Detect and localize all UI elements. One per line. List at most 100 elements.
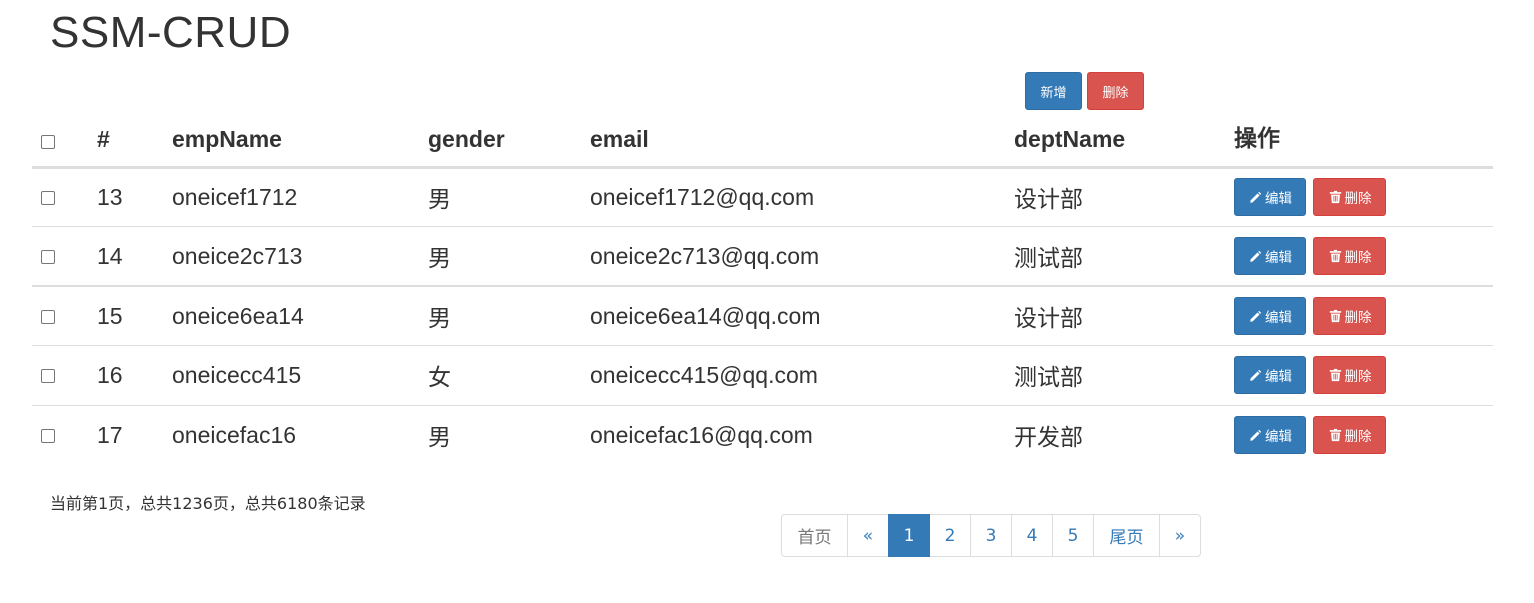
pagination-page-1[interactable]: 1 [888,514,930,557]
pagination-page-3[interactable]: 3 [970,514,1012,557]
pagination-info: 当前第1页，总共1236页，总共6180条记录 [50,494,366,513]
cell-empname: oneicecc415 [172,345,428,405]
row-select-cell [32,167,97,227]
table-row: 15 oneice6ea14 男 oneice6ea14@qq.com 设计部 编辑 删除 [32,285,1493,346]
cell-empname: oneicefac16 [172,404,428,465]
add-employee-button[interactable]: 新增 [1025,72,1082,110]
row-select-cell [32,345,97,405]
row-actions: 编辑 删除 [1234,416,1493,454]
pagination-page-5[interactable]: 5 [1052,514,1094,557]
select-all-cell [32,110,97,169]
pagination-page-2[interactable]: 2 [929,514,971,557]
row-select-cell [32,285,97,346]
col-email-header: email [590,110,1014,169]
cell-gender: 男 [428,404,590,465]
cell-email: oneicefac16@qq.com [590,404,1014,465]
delete-label: 删除 [1344,429,1372,445]
trash-icon [1328,190,1343,205]
delete-selected-button[interactable]: 删除 [1087,72,1144,110]
cell-actions: 编辑 删除 [1234,345,1493,405]
edit-button[interactable]: 编辑 [1234,356,1306,395]
toolbar: 新增 删除 [1025,72,1144,110]
cell-id: 17 [97,404,172,465]
delete-button[interactable]: 删除 [1313,416,1386,454]
edit-label: 编辑 [1265,250,1292,266]
cell-gender: 男 [428,226,590,286]
cell-deptname: 测试部 [1014,345,1234,405]
row-actions: 编辑 删除 [1234,178,1493,217]
cell-id: 15 [97,285,172,346]
col-id-header: # [97,110,172,169]
delete-label: 删除 [1344,250,1372,266]
trash-icon [1328,428,1343,443]
delete-label: 删除 [1344,369,1372,386]
cell-deptname: 设计部 [1014,187,1083,214]
row-checkbox[interactable] [41,190,55,205]
row-select-cell [32,404,97,465]
edit-button[interactable]: 编辑 [1234,416,1306,454]
select-all-checkbox[interactable] [41,134,55,149]
edit-button[interactable]: 编辑 [1234,237,1306,275]
employee-table: # empName gender email deptName 操作 13 one… [32,110,1493,465]
table-row: 16 oneicecc415 女 oneicecc415@qq.com 测试部 编辑 删除 [32,345,1493,405]
pencil-icon [1248,368,1263,383]
pencil-icon [1248,190,1263,205]
cell-gender: 男 [428,285,590,346]
cell-actions: 编辑 删除 [1234,285,1493,346]
table-body: 13 oneicef1712 男 oneicef1712@qq.com 设计部 编辑 删除 1… [32,167,1493,465]
pagination-prev[interactable]: « [847,514,889,557]
row-actions: 编辑 删除 [1234,356,1493,395]
delete-button[interactable]: 删除 [1313,356,1386,395]
edit-label: 编辑 [1265,429,1292,445]
pagination: 首页 « 1 2 3 4 5 尾页 » [781,514,1201,557]
col-empname-header: empName [172,110,428,169]
pencil-icon [1248,309,1263,324]
edit-button[interactable]: 编辑 [1234,178,1306,217]
cell-id: 16 [97,345,172,405]
row-select-cell [32,226,97,286]
delete-label: 删除 [1344,191,1372,208]
cell-actions: 编辑 删除 [1234,404,1493,465]
page-title: SSM-CRUD [50,8,292,57]
table-row: 14 oneice2c713 男 oneice2c713@qq.com 测试部 编辑 删除 [32,226,1493,286]
cell-email: oneicef1712@qq.com [590,183,815,210]
delete-label: 删除 [1344,310,1372,326]
col-gender-header: gender [428,110,590,169]
row-actions: 编辑 删除 [1234,297,1493,335]
row-checkbox[interactable] [41,428,55,443]
cell-empname: oneicef1712 [172,183,298,210]
cell-email: oneice2c713@qq.com [590,226,1014,286]
delete-button[interactable]: 删除 [1313,297,1386,335]
trash-icon [1328,309,1343,324]
pagination-next[interactable]: » [1159,514,1201,557]
delete-button[interactable]: 删除 [1313,178,1386,217]
pagination-page-4[interactable]: 4 [1011,514,1053,557]
row-checkbox[interactable] [41,309,55,324]
edit-label: 编辑 [1265,191,1292,208]
pencil-icon [1248,428,1263,443]
row-actions: 编辑 删除 [1234,237,1493,275]
cell-id: 13 [97,183,123,210]
table-header-row: # empName gender email deptName 操作 [32,110,1493,169]
cell-empname: oneice6ea14 [172,285,428,346]
pagination-first[interactable]: 首页 [781,514,848,557]
delete-button[interactable]: 删除 [1313,237,1386,275]
cell-email: oneicecc415@qq.com [590,345,1014,405]
row-checkbox[interactable] [41,368,55,383]
row-checkbox[interactable] [41,249,55,264]
edit-label: 编辑 [1265,369,1292,386]
cell-gender: 男 [428,187,451,214]
cell-empname: oneice2c713 [172,226,428,286]
cell-deptname: 测试部 [1014,226,1234,286]
trash-icon [1328,368,1343,383]
cell-gender: 女 [428,345,590,405]
edit-button[interactable]: 编辑 [1234,297,1306,335]
pagination-last[interactable]: 尾页 [1093,514,1160,557]
cell-actions: 编辑 删除 [1234,226,1493,286]
cell-id: 14 [97,226,172,286]
cell-email: oneice6ea14@qq.com [590,285,1014,346]
col-deptname-header: deptName [1014,110,1234,169]
cell-actions: 编辑 删除 [1234,167,1493,227]
col-actions-header: 操作 [1234,110,1493,169]
table-row: 13 oneicef1712 男 oneicef1712@qq.com 设计部 编辑 删除 [32,167,1493,227]
